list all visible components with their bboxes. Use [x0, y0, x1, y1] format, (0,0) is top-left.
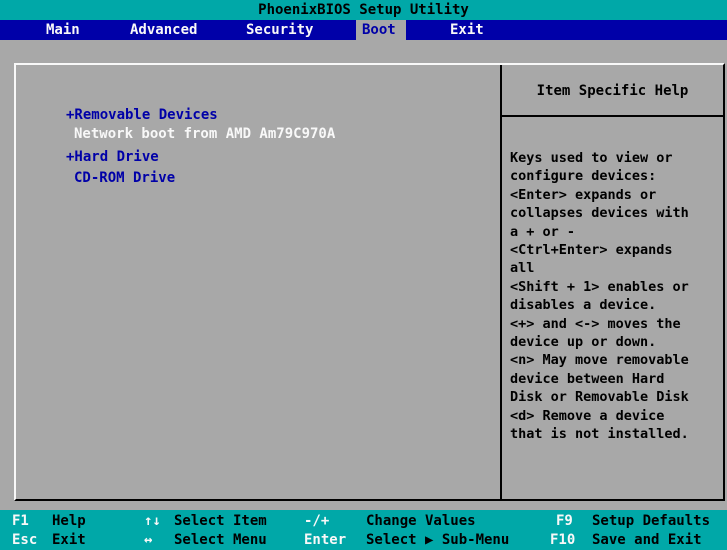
menu-main[interactable]: Main — [40, 20, 86, 40]
key-esc-desc: Exit — [52, 532, 86, 548]
help-line: device between Hard — [510, 370, 665, 387]
help-line: disables a device. — [510, 297, 657, 314]
key-enter-desc: Select ▶ Sub-Menu — [366, 532, 510, 548]
menu-bar: Main Advanced Security Boot Exit — [0, 20, 727, 40]
help-line: that is not installed. — [510, 426, 689, 443]
key-f9-desc: Setup Defaults — [592, 513, 711, 529]
title-bar: PhoenixBIOS Setup Utility — [0, 0, 727, 20]
help-line: <n> May move removable — [510, 352, 689, 369]
help-line: a + or - — [510, 223, 576, 240]
key-esc: Esc — [12, 532, 38, 548]
key-plusminus-desc: Change Values — [366, 513, 476, 529]
help-line: Disk or Removable Disk — [510, 389, 689, 406]
boot-item-cdrom[interactable]: CD-ROM Drive — [74, 169, 175, 187]
key-leftright: ↔ — [144, 532, 153, 548]
key-f10-desc: Save and Exit — [592, 532, 702, 548]
help-line: device up or down. — [510, 334, 657, 351]
help-line: <Shift + 1> enables or — [510, 278, 689, 295]
boot-item-hard-drive[interactable]: +Hard Drive — [66, 148, 159, 166]
key-f1-desc: Help — [52, 513, 86, 529]
boot-item-network[interactable]: Network boot from AMD Am79C970A — [74, 125, 335, 143]
boot-panel: +Removable Devices Network boot from AMD… — [14, 63, 725, 501]
key-updown-desc: Select Item — [174, 513, 267, 529]
key-plusminus: -/+ — [304, 513, 330, 529]
key-f9: F9 — [556, 513, 573, 529]
help-separator — [502, 115, 723, 117]
help-line: collapses devices with — [510, 205, 689, 222]
menu-security[interactable]: Security — [240, 20, 319, 40]
help-line: <d> Remove a device — [510, 407, 665, 424]
help-line: configure devices: — [510, 168, 657, 185]
boot-item-removable-devices[interactable]: +Removable Devices — [66, 106, 218, 124]
help-line: Keys used to view or — [510, 150, 673, 166]
help-line: <+> and <-> moves the — [510, 315, 681, 332]
app-title: PhoenixBIOS Setup Utility — [258, 2, 469, 18]
key-f10: F10 — [550, 532, 576, 548]
help-text: Keys used to view or configure devices: … — [510, 149, 724, 444]
help-line: <Enter> expands or — [510, 186, 657, 203]
key-updown: ↑↓ — [144, 513, 161, 529]
menu-exit[interactable]: Exit — [444, 20, 490, 40]
help-line: <Ctrl+Enter> expands — [510, 242, 673, 259]
key-legend: F1 Help ↑↓ Select Item -/+ Change Values… — [0, 510, 727, 550]
menu-boot[interactable]: Boot — [356, 20, 406, 40]
key-enter: Enter — [304, 532, 347, 548]
key-leftright-desc: Select Menu — [174, 532, 267, 548]
panel-divider — [500, 65, 502, 499]
help-line: all — [510, 260, 535, 277]
key-f1: F1 — [12, 513, 29, 529]
menu-advanced[interactable]: Advanced — [124, 20, 203, 40]
help-title: Item Specific Help — [536, 83, 689, 99]
